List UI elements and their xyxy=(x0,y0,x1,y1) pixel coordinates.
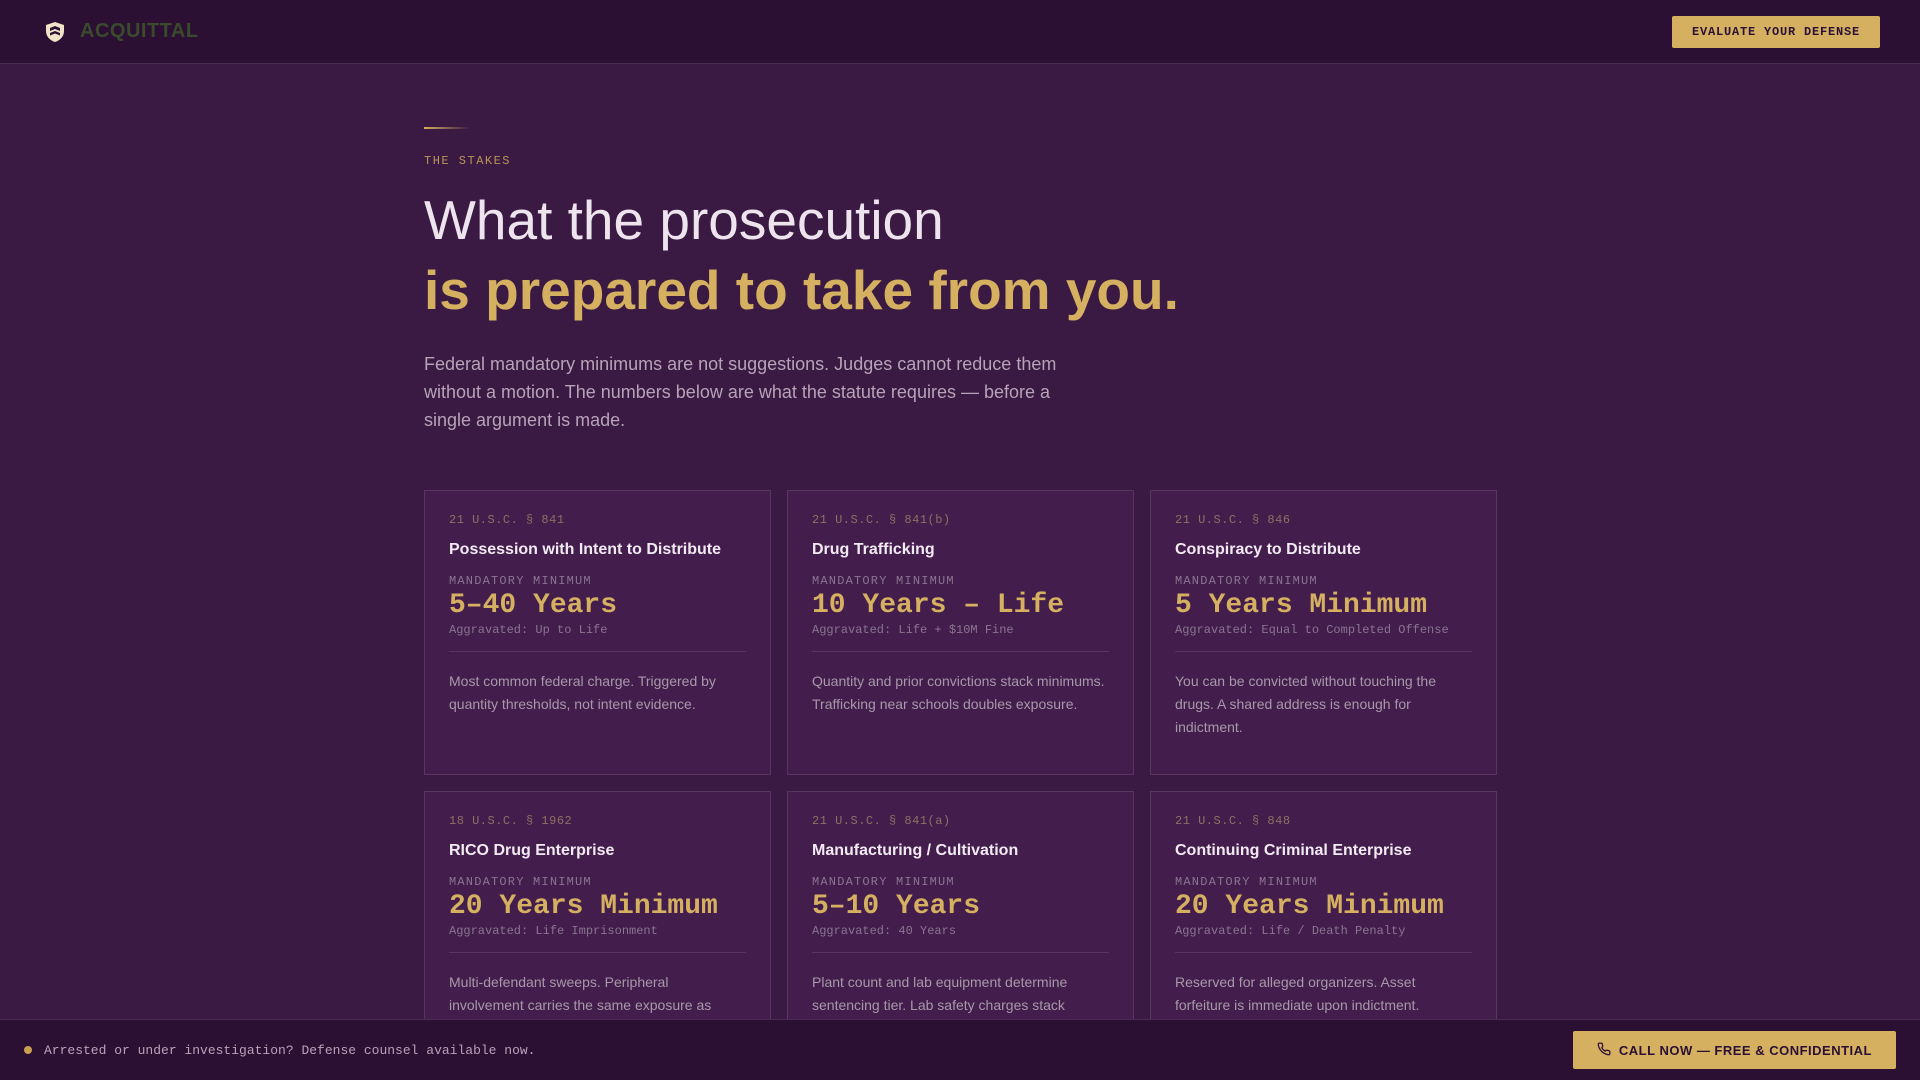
charge-card[interactable]: 21 U.S.C. § 841(b) Drug Trafficking MAND… xyxy=(787,490,1134,775)
charge-title: Drug Trafficking xyxy=(812,541,935,558)
lede-paragraph: Federal mandatory minimums are not sugge… xyxy=(424,354,1057,430)
statute-code: 21 U.S.C. § 848 xyxy=(1175,814,1291,828)
charge-card[interactable]: 21 U.S.C. § 846 Conspiracy to Distribute… xyxy=(1150,490,1497,775)
minimum-value: 20 Years Minimum xyxy=(1175,891,1444,922)
top-nav: ACQUITTAL EVALUATE YOUR DEFENSE xyxy=(0,0,1920,64)
aggravated-note: Aggravated: Life Imprisonment xyxy=(449,924,658,938)
card-divider xyxy=(812,651,1109,652)
aggravated-note: Aggravated: Life + $10M Fine xyxy=(812,623,1014,637)
statute-code: 21 U.S.C. § 841(b) xyxy=(812,513,951,527)
charge-description: Multi-defendant sweeps. Peripheral invol… xyxy=(449,974,712,1013)
availability-notice: Arrested or under investigation? Defense… xyxy=(24,1043,535,1058)
minimum-label: MANDATORY MINIMUM xyxy=(449,875,592,889)
minimum-label: MANDATORY MINIMUM xyxy=(812,574,955,588)
sticky-bottom-bar: Arrested or under investigation? Defense… xyxy=(0,1019,1920,1080)
charge-title: Continuing Criminal Enterprise xyxy=(1175,842,1412,859)
charge-title: Manufacturing / Cultivation xyxy=(812,842,1019,859)
section-eyebrow: THE STAKES xyxy=(424,154,512,168)
charge-description: Quantity and prior convictions stack min… xyxy=(812,673,1105,712)
statute-code: 21 U.S.C. § 846 xyxy=(1175,513,1291,527)
aggravated-note: Aggravated: 40 Years xyxy=(812,924,957,938)
minimum-label: MANDATORY MINIMUM xyxy=(1175,574,1318,588)
statute-code: 18 U.S.C. § 1962 xyxy=(449,814,573,828)
aggravated-note: Aggravated: Equal to Completed Offense xyxy=(1175,623,1449,637)
minimum-value: 5 Years Minimum xyxy=(1175,590,1428,621)
evaluate-defense-button[interactable]: EVALUATE YOUR DEFENSE xyxy=(1671,15,1880,48)
card-divider xyxy=(449,952,746,953)
card-divider xyxy=(812,952,1109,953)
phone-icon xyxy=(1597,1042,1611,1059)
card-divider xyxy=(1175,952,1472,953)
card-divider xyxy=(1175,651,1472,652)
headline-line-2: is prepared to take from you. xyxy=(424,259,1179,321)
charge-description: Plant count and lab equipment determine … xyxy=(812,974,1068,1013)
aggravated-note: Aggravated: Up to Life xyxy=(449,623,608,637)
call-now-label: CALL NOW — FREE & CONFIDENTIAL xyxy=(1618,1042,1872,1058)
charge-title: Possession with Intent to Distribute xyxy=(449,541,722,558)
minimum-value: 5–10 Years xyxy=(812,891,981,922)
minimum-value: 5–40 Years xyxy=(449,590,618,621)
charge-card[interactable]: 21 U.S.C. § 841 Possession with Intent t… xyxy=(424,490,771,775)
minimum-label: MANDATORY MINIMUM xyxy=(449,574,592,588)
brand-name: ACQUITTAL xyxy=(80,20,199,42)
brand[interactable]: ACQUITTAL xyxy=(44,20,199,43)
minimum-value: 10 Years – Life xyxy=(812,590,1065,621)
charges-grid: 21 U.S.C. § 841 Possession with Intent t… xyxy=(424,490,1497,1076)
accent-rule xyxy=(424,127,470,129)
notice-text: Arrested or under investigation? Defense… xyxy=(44,1042,536,1058)
charge-description: Most common federal charge. Triggered by… xyxy=(449,673,716,712)
statute-code: 21 U.S.C. § 841(a) xyxy=(812,814,951,828)
call-now-button[interactable]: CALL NOW — FREE & CONFIDENTIAL xyxy=(1572,1031,1896,1069)
minimum-label: MANDATORY MINIMUM xyxy=(1175,875,1318,889)
shield-icon xyxy=(44,21,66,43)
statute-code: 21 U.S.C. § 841 xyxy=(449,513,565,527)
aggravated-note: Aggravated: Life / Death Penalty xyxy=(1175,924,1406,938)
minimum-value: 20 Years Minimum xyxy=(449,891,718,922)
charge-description: You can be convicted without touching th… xyxy=(1175,673,1437,735)
status-dot-icon xyxy=(24,1046,32,1054)
headline-line-1: What the prosecution xyxy=(424,189,944,251)
minimum-label: MANDATORY MINIMUM xyxy=(812,875,955,889)
charge-title: Conspiracy to Distribute xyxy=(1175,541,1361,558)
charge-title: RICO Drug Enterprise xyxy=(449,842,615,859)
card-divider xyxy=(449,651,746,652)
charge-description: Reserved for alleged organizers. Asset f… xyxy=(1175,974,1420,1013)
